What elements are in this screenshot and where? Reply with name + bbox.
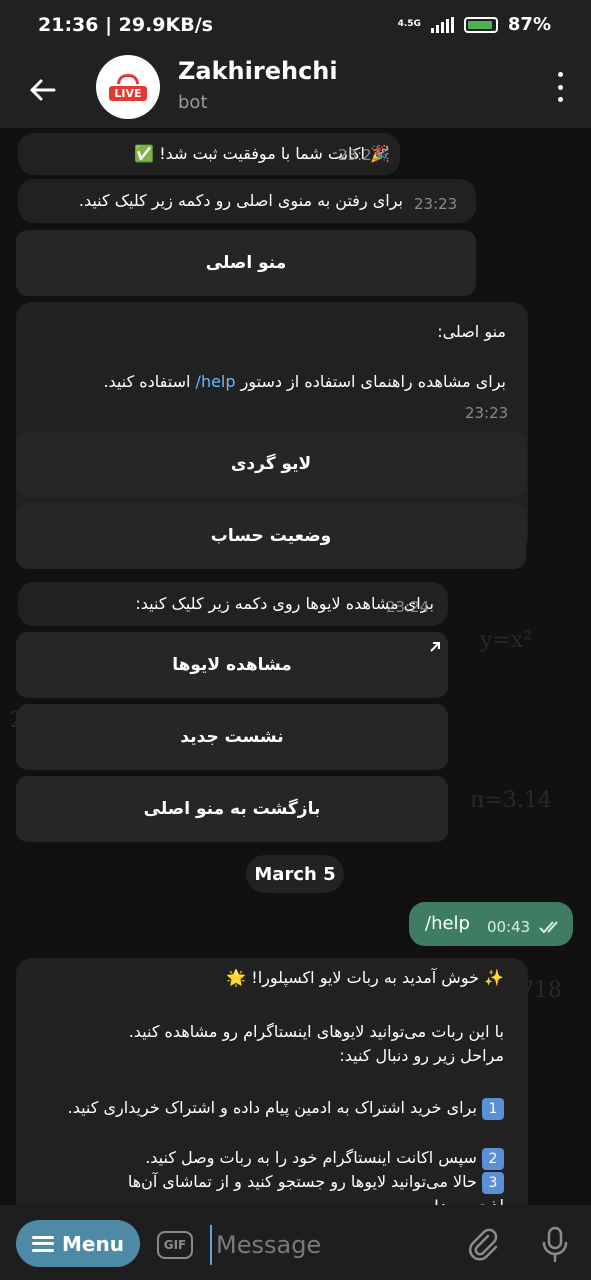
status-bar: 21:36 | 29.9KB/s 4.5G 87%	[0, 0, 591, 52]
step-1: 1 برای خرید اشتراک به ادمین پیام داده و …	[42, 1096, 504, 1120]
message-line: با این ربات می‌توانید لایوهای اینستاگرام…	[128, 1022, 504, 1041]
message-account-registered[interactable]: 🎉 اکانت شما با موفقیت ثبت شد! ✅ 23:23	[18, 133, 400, 175]
step-3: 3 حالا می‌توانید لایوها رو جستجو کنید و …	[128, 1170, 504, 1194]
avatar[interactable]: LIVE	[96, 55, 160, 119]
signal-icon	[430, 16, 454, 33]
live-browse-button[interactable]: لایو گردی	[16, 431, 526, 497]
message-list[interactable]: (a+b)²=a²+2ab+b² R2L² b+(a-c) tgX=sinX/c…	[0, 128, 591, 1205]
menu-icon	[32, 1235, 55, 1252]
message-text: حالا می‌توانید لایوها رو جستجو کنید و از…	[127, 1172, 477, 1191]
bot-menu-button[interactable]: Menu	[16, 1220, 140, 1267]
account-status-button[interactable]: وضعیت حساب	[16, 503, 526, 569]
back-button[interactable]	[22, 70, 62, 110]
message-time: 00:43	[487, 918, 531, 936]
message-time: 23:23	[338, 146, 382, 164]
battery-icon	[463, 16, 498, 33]
help-command-link[interactable]: /help	[196, 372, 236, 391]
double-check-icon	[539, 921, 558, 934]
keycap-2-icon: 2	[482, 1148, 504, 1170]
welcome-line: ✨ خوش آمدید به ربات لایو اکسپلورا! 🌟	[226, 966, 504, 990]
broadcast-icon	[117, 73, 139, 84]
outgoing-message[interactable]: /help 00:43	[409, 902, 573, 946]
back-to-main-menu-button[interactable]: بازگشت به منو اصلی	[16, 776, 448, 842]
view-lives-button[interactable]: مشاهده لایوها	[16, 632, 448, 698]
message-text: برای خرید اشتراک به ادمین پیام داده و اش…	[67, 1098, 477, 1117]
battery-level: 87%	[507, 14, 551, 35]
button-label: مشاهده لایوها	[172, 655, 292, 675]
menu-label: Menu	[62, 1231, 124, 1256]
avatar-live-label: LIVE	[109, 85, 147, 101]
message-line: لذت ببرید!	[433, 1194, 504, 1205]
main-menu-button[interactable]: منو اصلی	[16, 230, 476, 296]
arrow-left-icon	[30, 79, 56, 101]
date-separator: March 5	[246, 855, 344, 893]
chat-title[interactable]: Zakhirehchi	[178, 57, 338, 85]
keycap-1-icon: 1	[482, 1098, 504, 1120]
message-text: اکانت شما با موفقیت ثبت شد!	[159, 144, 365, 163]
message-line: مراحل زیر رو دنبال کنید:	[339, 1046, 504, 1065]
message-view-lives-prompt[interactable]: برای مشاهده لایوها روی دکمه زیر کلیک کنی…	[18, 582, 448, 626]
message-time: 23:23	[465, 404, 509, 422]
message-time: 23:23	[414, 195, 458, 213]
composer-bar: Menu GIF	[0, 1205, 591, 1280]
message-text: برای مشاهده راهنمای استفاده از دستور	[235, 372, 506, 391]
sparkles-emoji: ✨	[484, 968, 504, 987]
more-options-button[interactable]	[553, 72, 567, 102]
star-emoji: 🌟	[226, 968, 247, 987]
message-text: خوش آمدید به ربات لایو اکسپلورا!	[251, 968, 479, 987]
chat-header: LIVE Zakhirehchi bot	[0, 52, 591, 128]
status-time: 21:36 | 29.9KB/s	[38, 14, 213, 36]
message-text: /help	[425, 913, 470, 934]
paperclip-icon[interactable]	[466, 1227, 500, 1261]
external-link-icon	[430, 642, 440, 652]
message-time: 23:24	[386, 598, 430, 616]
message-text: برای رفتن به منوی اصلی رو دکمه زیر کلیک …	[78, 191, 403, 210]
gif-button[interactable]: GIF	[157, 1231, 193, 1259]
microphone-icon[interactable]	[538, 1225, 572, 1263]
message-main-menu-prompt[interactable]: برای رفتن به منوی اصلی رو دکمه زیر کلیک …	[18, 179, 476, 223]
new-session-button[interactable]: نشست جدید	[16, 704, 448, 770]
step-2: 2 سپس اکانت اینستاگرام خود را به ربات وص…	[145, 1146, 504, 1170]
network-type: 4.5G	[397, 19, 421, 29]
message-text: سپس اکانت اینستاگرام خود را به ربات وصل …	[145, 1148, 477, 1167]
status-icons: 4.5G 87%	[398, 14, 551, 35]
chat-subtitle: bot	[178, 92, 208, 113]
message-line: منو اصلی:	[437, 322, 506, 341]
message-line: برای مشاهده راهنمای استفاده از دستور /he…	[103, 370, 506, 394]
keycap-3-icon: 3	[482, 1172, 504, 1194]
message-input[interactable]	[210, 1225, 448, 1265]
message-welcome[interactable]: ✨ خوش آمدید به ربات لایو اکسپلورا! 🌟 با …	[16, 958, 528, 1205]
check-emoji: ✅	[134, 144, 155, 163]
message-text: استفاده کنید.	[103, 372, 196, 391]
